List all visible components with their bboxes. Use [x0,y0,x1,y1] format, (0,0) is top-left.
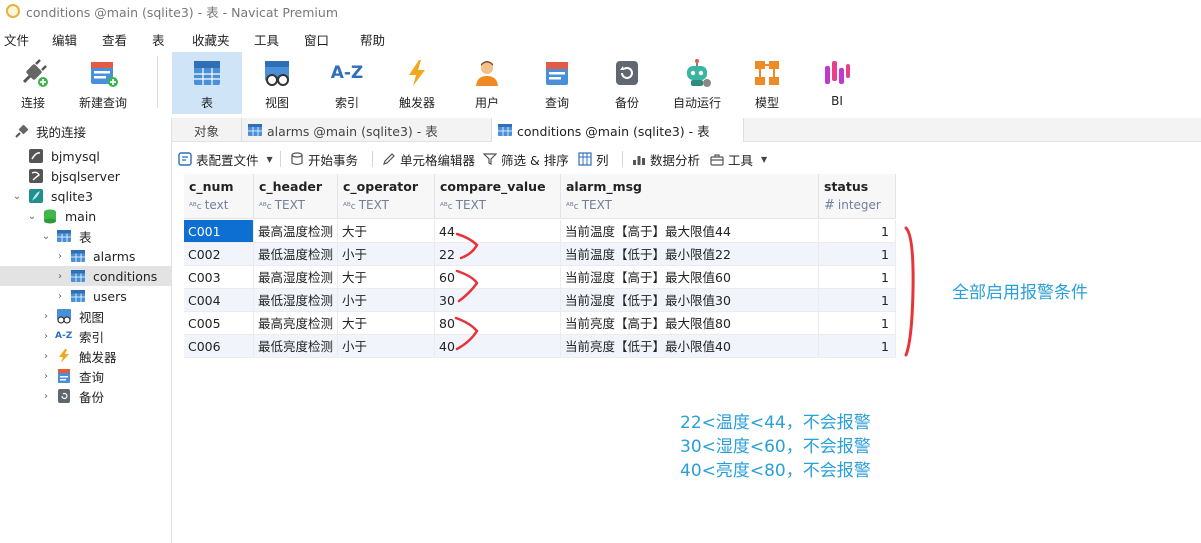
red-check-mark [455,269,479,303]
annotation-brightness: 40<亮度<80，不会报警 [680,461,871,481]
red-check-mark [455,232,479,260]
annotation-temperature: 22<温度<44，不会报警 [680,413,871,433]
annotation-humidity: 30<湿度<60，不会报警 [680,437,871,457]
red-check-mark [454,316,479,351]
annotation-all-enabled: 全部启用报警条件 [952,283,1088,303]
annotation-marks [454,226,915,357]
red-bracket-mark [904,226,915,357]
